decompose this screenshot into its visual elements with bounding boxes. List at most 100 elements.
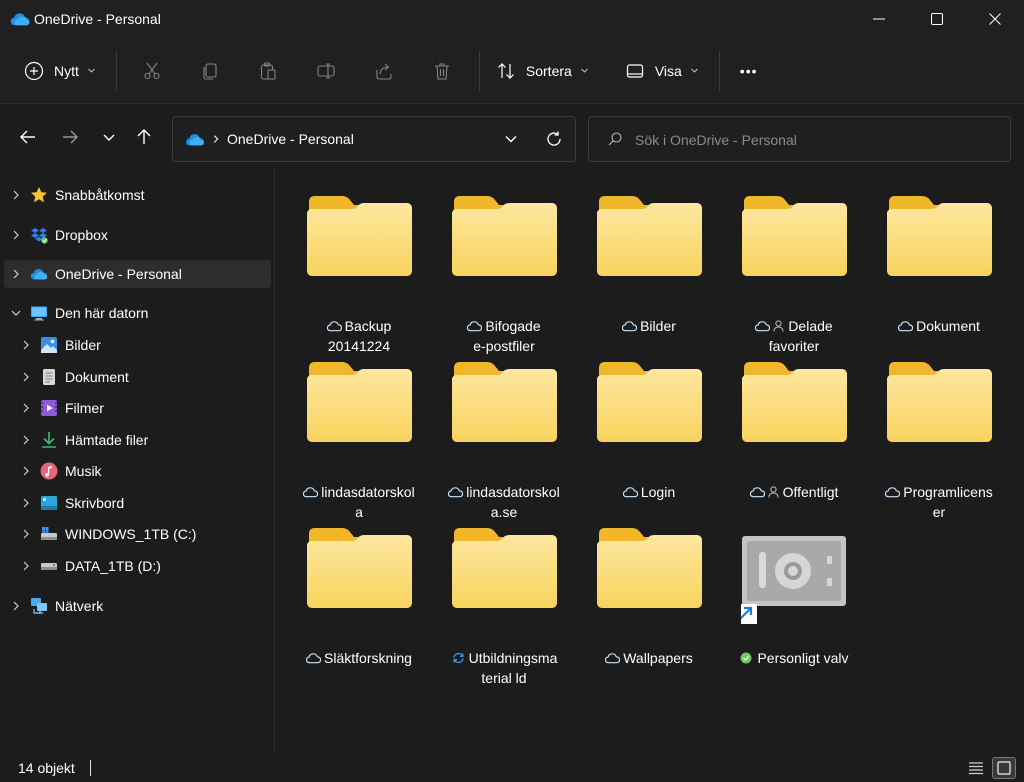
chevron-right-icon: [213, 135, 219, 143]
chevron-right-icon[interactable]: [20, 560, 32, 572]
recent-locations-button[interactable]: [96, 124, 122, 150]
delete-button[interactable]: [413, 51, 471, 91]
sidebar-item-desktop[interactable]: Skrivbord: [4, 489, 271, 517]
sidebar-item-documents[interactable]: Dokument: [4, 363, 271, 391]
folder-icon: [887, 196, 992, 276]
details-view-button[interactable]: [964, 757, 988, 779]
maximize-button[interactable]: [908, 0, 966, 38]
sidebar-item-drive-d[interactable]: DATA_1TB (D:): [4, 552, 271, 580]
folder-item[interactable]: lindasdatorskol a.se: [439, 352, 569, 520]
cloud-status-icon: [448, 486, 463, 498]
sidebar-item-label: Filmer: [65, 400, 104, 416]
folder-item[interactable]: Backup 20141224: [294, 186, 424, 354]
folder-item[interactable]: Bilder: [584, 186, 714, 346]
more-options-button[interactable]: •••: [740, 51, 758, 91]
folder-name: Delade favoriter: [729, 316, 859, 356]
chevron-right-icon[interactable]: [20, 371, 32, 383]
copy-icon: [203, 62, 217, 80]
chevron-down-icon[interactable]: [10, 307, 22, 319]
refresh-icon[interactable]: [545, 130, 563, 148]
copy-button[interactable]: [181, 51, 239, 91]
sidebar-item-pictures[interactable]: Bilder: [4, 331, 271, 359]
sidebar-item-quick-access[interactable]: Snabbåtkomst: [4, 181, 271, 209]
sidebar-item-onedrive-personal[interactable]: OneDrive - Personal: [4, 260, 271, 288]
folder-item[interactable]: Wallpapers: [584, 518, 714, 678]
back-button[interactable]: [15, 124, 41, 150]
folder-icon: [887, 362, 992, 442]
sidebar-item-dropbox[interactable]: Dropbox: [4, 221, 271, 249]
address-dropdown-icon[interactable]: [503, 131, 519, 147]
sidebar-item-downloads[interactable]: Hämtade filer: [4, 426, 271, 454]
folder-item[interactable]: Programlicens er: [874, 352, 1004, 520]
address-bar[interactable]: OneDrive - Personal: [172, 116, 576, 162]
folder-name: Bilder: [584, 316, 714, 336]
rename-button[interactable]: [297, 51, 355, 91]
folder-item[interactable]: Utbildningsma terial ld: [439, 518, 569, 686]
chevron-right-icon[interactable]: [20, 402, 32, 414]
large-icons-view-button[interactable]: [992, 757, 1016, 779]
chevron-right-icon[interactable]: [20, 434, 32, 446]
view-button[interactable]: Visa: [625, 51, 699, 91]
cloud-status-icon: [605, 652, 620, 664]
folder-icon: [307, 528, 412, 608]
folder-item[interactable]: Delade favoriter: [729, 186, 859, 354]
chevron-right-icon[interactable]: [20, 528, 32, 540]
sort-button[interactable]: Sortera: [496, 51, 589, 91]
chevron-right-icon[interactable]: [10, 600, 22, 612]
sidebar-item-videos[interactable]: Filmer: [4, 394, 271, 422]
pane-divider[interactable]: [274, 168, 275, 754]
cloud-status-icon: [755, 320, 770, 332]
folder-item[interactable]: Bifogade e-postfiler: [439, 186, 569, 354]
sidebar-item-network[interactable]: Nätverk: [4, 592, 271, 620]
file-view: Backup 20141224 Bifogade e-postfiler Bilde…: [276, 168, 1024, 754]
up-button[interactable]: [131, 124, 157, 150]
chevron-down-icon: [580, 66, 589, 75]
paste-button[interactable]: [239, 51, 297, 91]
cloud-status-icon: [303, 486, 318, 498]
title-bar[interactable]: OneDrive - Personal: [0, 0, 1024, 38]
folder-item[interactable]: Dokument: [874, 186, 1004, 346]
sort-label: Sortera: [525, 62, 572, 79]
share-button[interactable]: [355, 51, 413, 91]
folder-icon: [597, 362, 702, 442]
search-input[interactable]: [635, 129, 995, 151]
toolbar-separator: [478, 50, 480, 91]
folder-icon: [742, 196, 847, 276]
sidebar-item-drive-c[interactable]: WINDOWS_1TB (C:): [4, 520, 271, 548]
cut-button[interactable]: [123, 51, 181, 91]
breadcrumb[interactable]: OneDrive - Personal: [227, 131, 354, 147]
chevron-right-icon[interactable]: [20, 497, 32, 509]
folder-item[interactable]: Släktforskning: [294, 518, 424, 678]
folder-item[interactable]: lindasdatorskol a: [294, 352, 424, 520]
status-divider: [90, 760, 91, 776]
sidebar-item-music[interactable]: Musik: [4, 457, 271, 485]
chevron-right-icon[interactable]: [10, 189, 22, 201]
chevron-right-icon[interactable]: [10, 268, 22, 280]
star-icon: [31, 187, 47, 203]
sidebar-item-this-pc[interactable]: Den här datorn: [4, 299, 271, 327]
folder-icon: [452, 196, 557, 276]
onedrive-icon: [30, 269, 48, 280]
vault-item[interactable]: Personligt valv: [729, 518, 859, 678]
folder-name: lindasdatorskol a: [294, 482, 424, 522]
search-box[interactable]: [588, 116, 1011, 162]
minimize-button[interactable]: [850, 0, 908, 38]
close-button[interactable]: [966, 0, 1024, 38]
vault-name: Personligt valv: [729, 648, 859, 668]
sidebar-item-label: Den här datorn: [55, 305, 149, 321]
folder-name: Login: [584, 482, 714, 502]
chevron-down-icon: [87, 66, 96, 75]
folder-item[interactable]: Login: [584, 352, 714, 512]
new-button[interactable]: Nytt: [24, 51, 96, 91]
chevron-right-icon[interactable]: [20, 339, 32, 351]
folder-item[interactable]: Offentligt: [729, 352, 859, 512]
view-icon: [626, 63, 643, 78]
chevron-right-icon[interactable]: [20, 465, 32, 477]
sidebar-item-label: DATA_1TB (D:): [65, 558, 161, 574]
details-view-icon: [969, 762, 983, 775]
window-title: OneDrive - Personal: [34, 11, 161, 27]
chevron-right-icon[interactable]: [10, 229, 22, 241]
documents-icon: [43, 369, 55, 385]
sort-icon: [497, 62, 514, 79]
forward-button[interactable]: [57, 124, 83, 150]
